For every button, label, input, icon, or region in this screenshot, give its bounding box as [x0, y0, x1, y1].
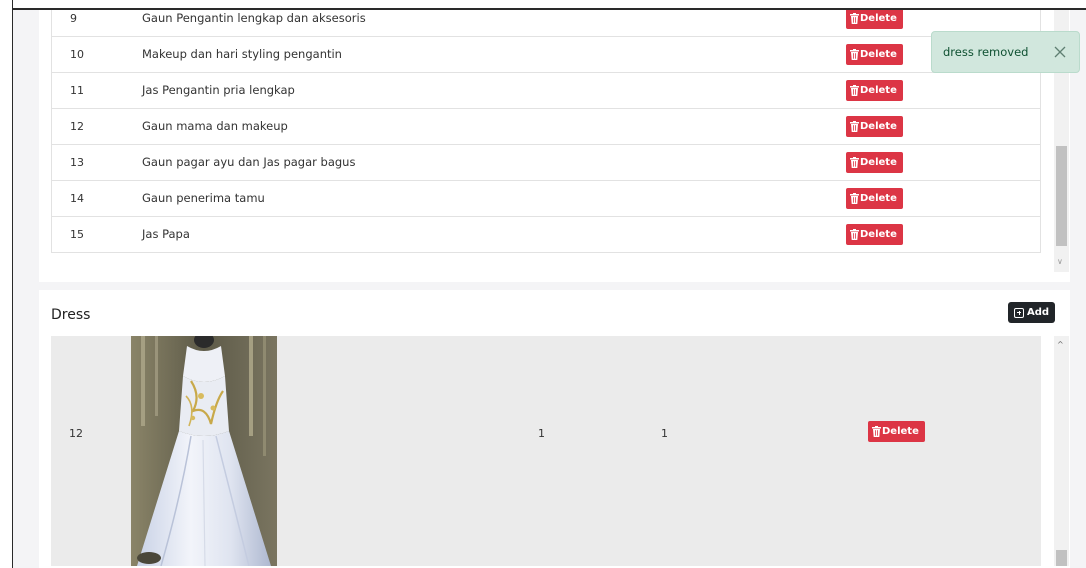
delete-button[interactable]: Delete — [846, 44, 903, 65]
row-number: 10 — [70, 48, 84, 61]
service-name: Gaun penerima tamu — [142, 191, 265, 205]
trash-icon — [850, 157, 859, 168]
services-table: 9 Gaun Pengantin lengkap dan aksesoris D… — [51, 10, 1041, 253]
table-row: 12 1 1 Delete — [51, 336, 1041, 566]
table-row: 13 Gaun pagar ayu dan Jas pagar bagus De… — [51, 145, 1041, 181]
service-name: Gaun Pengantin lengkap dan aksesoris — [142, 11, 366, 25]
delete-label: Delete — [882, 426, 919, 437]
scrollbar-thumb[interactable] — [1056, 550, 1067, 566]
delete-label: Delete — [860, 49, 897, 60]
scroll-down-icon[interactable]: ∨ — [1057, 257, 1063, 266]
table-row: 15 Jas Papa Delete — [51, 217, 1041, 253]
table-row: 11 Jas Pengantin pria lengkap Delete — [51, 73, 1041, 109]
delete-button[interactable]: Delete — [868, 421, 925, 442]
trash-icon — [850, 193, 859, 204]
close-icon[interactable] — [1053, 45, 1067, 59]
section-title: Dress — [51, 307, 91, 323]
plus-box-icon — [1014, 307, 1024, 318]
dress-scrollbar[interactable]: ^ — [1054, 336, 1069, 566]
delete-button[interactable]: Delete — [846, 80, 903, 101]
toast-notification: dress removed — [931, 31, 1080, 73]
delete-label: Delete — [860, 157, 897, 168]
service-name: Makeup dan hari styling pengantin — [142, 47, 342, 61]
service-name: Jas Pengantin pria lengkap — [142, 83, 295, 97]
service-name: Gaun pagar ayu dan Jas pagar bagus — [142, 155, 356, 169]
delete-button[interactable]: Delete — [846, 152, 903, 173]
table-row: 12 Gaun mama dan makeup Delete — [51, 109, 1041, 145]
dress-value-1: 1 — [538, 427, 545, 440]
row-number: 15 — [70, 228, 84, 241]
delete-button[interactable]: Delete — [846, 10, 903, 29]
delete-label: Delete — [860, 85, 897, 96]
table-row: 14 Gaun penerima tamu Delete — [51, 181, 1041, 217]
delete-button[interactable]: Delete — [846, 116, 903, 137]
trash-icon — [850, 13, 859, 24]
delete-label: Delete — [860, 121, 897, 132]
row-number: 12 — [70, 120, 84, 133]
table-row: 10 Makeup dan hari styling pengantin Del… — [51, 37, 1041, 73]
trash-icon — [872, 426, 881, 437]
scrollbar-thumb[interactable] — [1056, 146, 1067, 246]
trash-icon — [850, 49, 859, 60]
trash-icon — [850, 85, 859, 96]
service-name: Gaun mama dan makeup — [142, 119, 288, 133]
table-row: 9 Gaun Pengantin lengkap dan aksesoris D… — [51, 10, 1041, 37]
delete-label: Delete — [860, 13, 897, 24]
toast-message: dress removed — [943, 45, 1029, 59]
row-number: 11 — [70, 84, 84, 97]
row-number: 9 — [70, 12, 77, 25]
delete-label: Delete — [860, 229, 897, 240]
scroll-up-icon[interactable]: ^ — [1057, 10, 1064, 13]
trash-icon — [850, 229, 859, 240]
trash-icon — [850, 121, 859, 132]
add-button[interactable]: Add — [1008, 302, 1056, 323]
row-number: 13 — [70, 156, 84, 169]
service-name: Jas Papa — [142, 227, 190, 241]
scroll-up-icon[interactable]: ^ — [1057, 340, 1064, 349]
services-card: 9 Gaun Pengantin lengkap dan aksesoris D… — [39, 10, 1070, 282]
row-number: 14 — [70, 192, 84, 205]
dress-card: Dress Add 12 1 1 Delete ^ — [39, 290, 1070, 568]
page-content: 9 Gaun Pengantin lengkap dan aksesoris D… — [13, 10, 1086, 568]
add-label: Add — [1027, 307, 1050, 318]
row-number: 12 — [69, 427, 83, 440]
delete-label: Delete — [860, 193, 897, 204]
dress-image — [131, 336, 277, 566]
delete-button[interactable]: Delete — [846, 224, 903, 245]
delete-button[interactable]: Delete — [846, 188, 903, 209]
dress-value-2: 1 — [661, 427, 668, 440]
